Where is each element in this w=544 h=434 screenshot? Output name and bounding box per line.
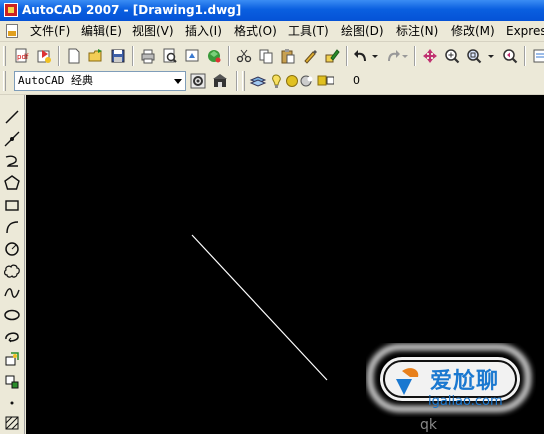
redo-dropdown-icon[interactable] bbox=[400, 46, 410, 66]
workspace-dropdown[interactable]: AutoCAD 经典 bbox=[14, 71, 186, 91]
menu-edit[interactable]: 编辑(E) bbox=[81, 21, 122, 41]
publish-dwf-icon[interactable] bbox=[182, 46, 202, 66]
title-bar[interactable]: AutoCAD 2007 - [Drawing1.dwg] bbox=[0, 0, 544, 21]
layer-control-dropdown[interactable] bbox=[270, 71, 334, 91]
3d-dwf-icon[interactable] bbox=[204, 46, 224, 66]
standard-toolbar: pdf bbox=[0, 42, 544, 70]
drawing-canvas[interactable]: 爱尬聊 igaliao.com qk bbox=[26, 95, 544, 434]
zoom-dropdown-icon[interactable] bbox=[486, 46, 496, 66]
workspace-value: AutoCAD 经典 bbox=[18, 74, 93, 87]
zoom-previous-icon[interactable] bbox=[500, 46, 520, 66]
hatch-icon[interactable] bbox=[2, 413, 22, 433]
layer-properties-manager-icon[interactable] bbox=[248, 71, 268, 91]
publish-icon[interactable] bbox=[34, 46, 54, 66]
undo-icon[interactable] bbox=[352, 46, 372, 66]
arc-icon[interactable] bbox=[2, 217, 22, 237]
polygon-icon[interactable] bbox=[2, 173, 22, 193]
copy-icon[interactable] bbox=[256, 46, 276, 66]
zoom-realtime-icon[interactable] bbox=[442, 46, 462, 66]
ellipse-icon[interactable] bbox=[2, 305, 22, 325]
qnew-icon[interactable]: pdf bbox=[12, 46, 32, 66]
chevron-down-icon bbox=[174, 79, 182, 84]
menu-view[interactable]: 视图(V) bbox=[132, 21, 174, 41]
toolbar-grip[interactable] bbox=[3, 71, 6, 91]
match-properties-icon[interactable] bbox=[300, 46, 320, 66]
watermark-title: 爱尬聊 bbox=[430, 369, 500, 394]
toolbar-grip[interactable] bbox=[242, 71, 245, 91]
zoom-window-icon[interactable] bbox=[464, 46, 484, 66]
drawn-line bbox=[191, 234, 328, 381]
polyline-icon[interactable] bbox=[2, 151, 22, 171]
menu-insert[interactable]: 插入(I) bbox=[185, 21, 222, 41]
pan-realtime-icon[interactable] bbox=[420, 46, 440, 66]
watermark-bottom-text: qk bbox=[420, 417, 437, 433]
revision-cloud-icon[interactable] bbox=[2, 261, 22, 281]
menu-file[interactable]: 文件(F) bbox=[30, 21, 70, 41]
menu-format[interactable]: 格式(O) bbox=[234, 21, 277, 41]
menu-draw[interactable]: 绘图(D) bbox=[341, 21, 384, 41]
document-icon[interactable] bbox=[6, 24, 18, 38]
layer-value[interactable]: 0 bbox=[353, 71, 360, 91]
circle-icon[interactable] bbox=[2, 239, 22, 259]
rectangle-icon[interactable] bbox=[2, 195, 22, 215]
plot-preview-icon[interactable] bbox=[160, 46, 180, 66]
menu-dimension[interactable]: 标注(N) bbox=[396, 21, 438, 41]
paste-icon[interactable] bbox=[278, 46, 298, 66]
menu-tools[interactable]: 工具(T) bbox=[288, 21, 329, 41]
ellipse-arc-icon[interactable] bbox=[2, 327, 22, 347]
plot-icon[interactable] bbox=[138, 46, 158, 66]
point-icon[interactable] bbox=[2, 393, 22, 413]
construction-line-icon[interactable] bbox=[2, 129, 22, 149]
properties-icon[interactable] bbox=[530, 46, 544, 66]
block-editor-icon[interactable] bbox=[322, 46, 342, 66]
watermark-url: igaliao.com bbox=[428, 394, 503, 409]
autocad-app-icon[interactable] bbox=[4, 3, 18, 17]
svg-text:pdf: pdf bbox=[17, 53, 29, 61]
window-title: AutoCAD 2007 - [Drawing1.dwg] bbox=[22, 3, 242, 17]
watermark: 爱尬聊 igaliao.com bbox=[366, 343, 536, 417]
new-file-icon[interactable] bbox=[64, 46, 84, 66]
toolbar-grip[interactable] bbox=[3, 46, 6, 66]
draw-toolbar bbox=[0, 95, 25, 434]
save-icon[interactable] bbox=[108, 46, 128, 66]
make-block-icon[interactable] bbox=[2, 371, 22, 391]
undo-dropdown-icon[interactable] bbox=[370, 46, 380, 66]
my-workspace-icon[interactable] bbox=[210, 71, 230, 91]
redo-icon[interactable] bbox=[382, 46, 402, 66]
cut-icon[interactable] bbox=[234, 46, 254, 66]
line-icon[interactable] bbox=[2, 107, 22, 127]
workspace-settings-icon[interactable] bbox=[188, 71, 208, 91]
menu-bar: 文件(F) 编辑(E) 视图(V) 插入(I) 格式(O) 工具(T) 绘图(D… bbox=[0, 21, 544, 42]
spline-icon[interactable] bbox=[2, 283, 22, 303]
workspace-layers-toolbar: AutoCAD 经典 0 bbox=[0, 67, 544, 95]
insert-block-icon[interactable] bbox=[2, 349, 22, 369]
menu-modify[interactable]: 修改(M) bbox=[451, 21, 495, 41]
open-file-icon[interactable] bbox=[86, 46, 106, 66]
menu-express[interactable]: Expres bbox=[506, 21, 544, 41]
